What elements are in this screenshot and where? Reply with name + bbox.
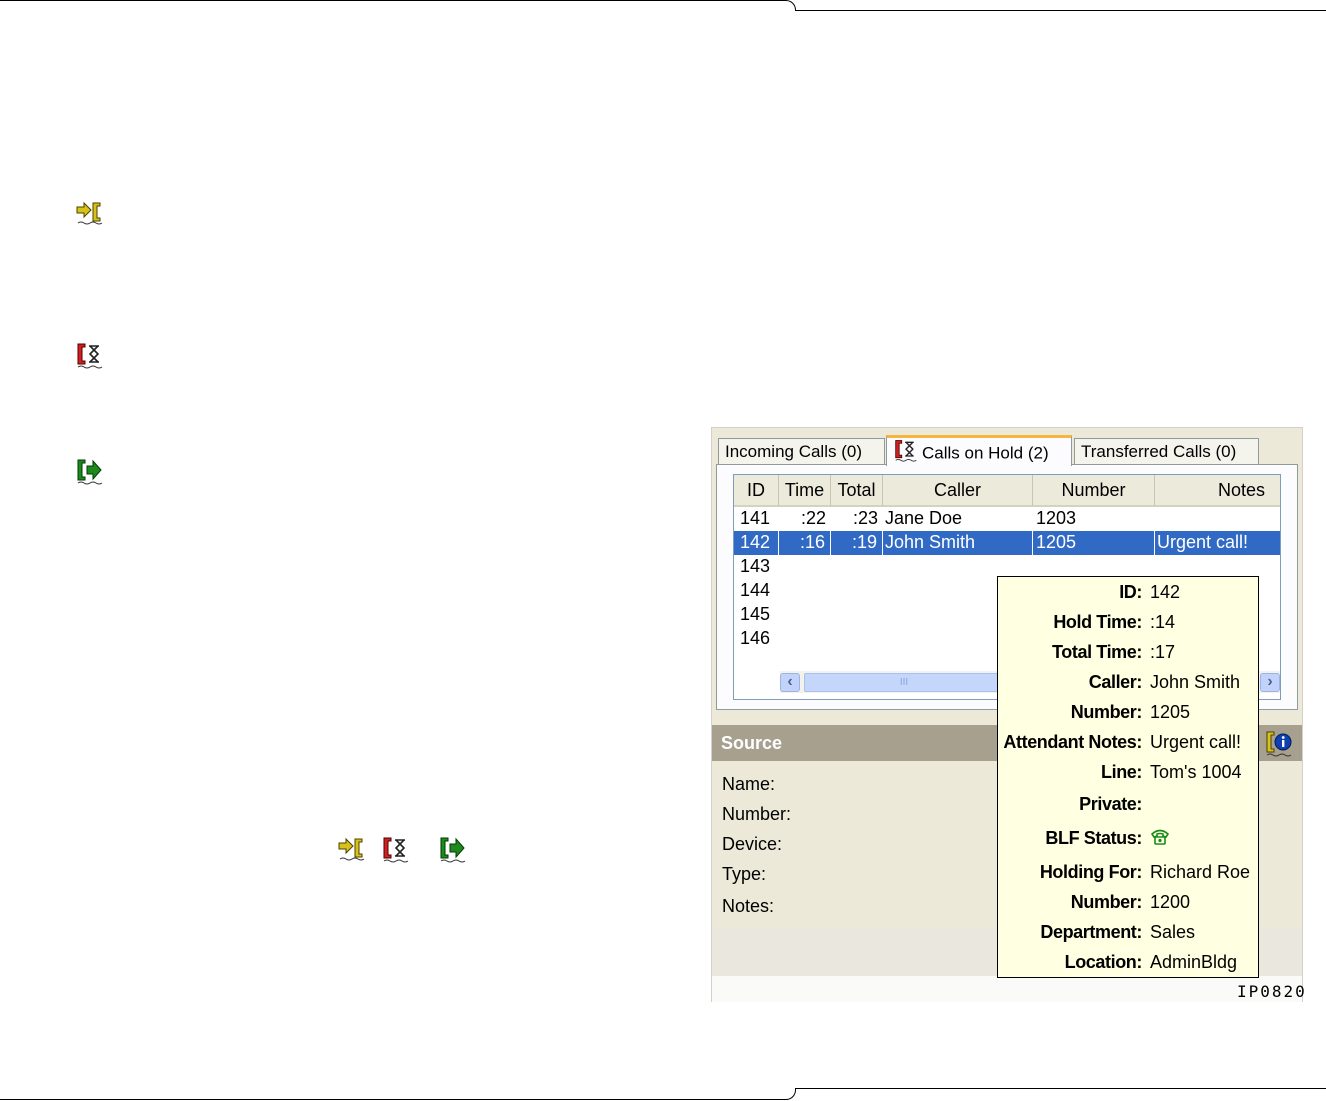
table-row-selected[interactable]: 142 :16 :19 John Smith 1205 Urgent call! [734, 531, 1280, 555]
grid-header: ID Time Total Caller Number Notes [734, 475, 1280, 507]
tooltip-value: AdminBldg [1150, 952, 1238, 972]
tooltip-key: Total Time: [1052, 642, 1142, 662]
tooltip-row: Total Time: :17 [998, 642, 1258, 666]
source-device-label: Device: [722, 834, 783, 854]
tooltip-value: Urgent call! [1150, 732, 1242, 752]
scroll-right-button[interactable]: › [1260, 673, 1280, 692]
column-header-notes[interactable]: Notes [1155, 475, 1280, 507]
tooltip-key: Number: [1070, 892, 1143, 912]
cell-time: :16 [779, 531, 831, 555]
tab-incoming-calls[interactable]: Incoming Calls (0) [718, 438, 885, 465]
cell-time: :22 [800, 508, 826, 528]
tooltip-key: BLF Status: [1045, 828, 1142, 848]
cell-id: 146 [740, 628, 771, 648]
cell-id: 143 [740, 556, 771, 576]
incoming-call-icon [76, 200, 104, 226]
tooltip-key: ID: [1119, 582, 1142, 602]
cell-number: 1203 [1036, 508, 1077, 528]
tooltip-value: 1205 [1150, 702, 1191, 722]
tooltip-row: ID: 142 [998, 582, 1258, 606]
cell-id: 142 [734, 531, 779, 555]
call-details-tooltip: ID: 142 Hold Time: :14 Total Time: :17 C… [997, 576, 1259, 978]
tab-transferred-calls[interactable]: Transferred Calls (0) [1074, 438, 1259, 465]
column-header-time[interactable]: Time [779, 475, 831, 507]
cell-total: :23 [852, 508, 878, 528]
table-row[interactable]: 141 :22 :23 Jane Doe 1203 [734, 507, 1280, 531]
page-rule-top [795, 10, 1326, 11]
tab-label: Incoming Calls (0) [725, 442, 862, 461]
tooltip-value: 1200 [1150, 892, 1191, 912]
page-frame-bottom [0, 1088, 796, 1100]
tab-calls-on-hold[interactable]: Calls on Hold (2) [886, 435, 1072, 466]
tab-label: Transferred Calls (0) [1081, 442, 1237, 461]
tooltip-row: Private: [998, 794, 1258, 818]
tooltip-value: :17 [1150, 642, 1176, 662]
window-footer-strip [712, 976, 1302, 1002]
tooltip-value: John Smith [1150, 672, 1241, 692]
column-header-id[interactable]: ID [734, 475, 779, 507]
incoming-call-icon [338, 836, 366, 862]
tooltip-key: Holding For: [1039, 862, 1143, 882]
source-number-label: Number: [722, 804, 792, 824]
tooltip-row: Department: Sales [998, 922, 1258, 946]
caller-info-icon[interactable] [1264, 728, 1294, 758]
call-on-hold-icon [76, 341, 104, 369]
tooltip-row: Number: 1205 [998, 702, 1258, 726]
tooltip-row: Holding For: Richard Roe [998, 862, 1258, 886]
cell-notes: Urgent call! [1157, 532, 1249, 552]
tooltip-value: Tom's 1004 [1150, 762, 1242, 782]
tooltip-row: Line: Tom's 1004 [998, 762, 1258, 786]
tab-label: Calls on Hold (2) [922, 443, 1049, 463]
tooltip-key: Number: [1070, 702, 1143, 722]
tooltip-row: Caller: John Smith [998, 672, 1258, 696]
tooltip-key: Location: [1064, 952, 1143, 972]
cell-total: :19 [831, 531, 883, 555]
cell-caller: John Smith [883, 531, 1033, 555]
tooltip-value: Richard Roe [1150, 862, 1251, 882]
tooltip-row: Hold Time: :14 [998, 612, 1258, 636]
page-rule-bottom [795, 1088, 1326, 1089]
source-name-label: Name: [722, 774, 776, 794]
tooltip-value: Sales [1150, 922, 1196, 942]
source-type-label: Type: [722, 864, 767, 884]
column-header-total[interactable]: Total [831, 475, 883, 507]
page-frame-top [0, 0, 796, 11]
cell-id: 141 [740, 508, 771, 528]
tooltip-key: Line: [1101, 762, 1142, 782]
tooltip-row: Location: AdminBldg [998, 952, 1258, 976]
cell-id: 144 [740, 580, 771, 600]
phone-idle-icon [1150, 828, 1170, 851]
cell-id: 145 [740, 604, 771, 624]
source-notes-label: Notes: [722, 896, 775, 916]
tooltip-key: Caller: [1088, 672, 1143, 692]
transferred-call-icon [76, 457, 104, 485]
call-on-hold-icon [893, 438, 919, 469]
cell-number: 1205 [1033, 531, 1155, 555]
source-title: Source [721, 733, 783, 753]
cell-caller: Jane Doe [885, 508, 963, 528]
tooltip-value: 142 [1150, 582, 1181, 602]
tooltip-row: Attendant Notes: Urgent call! [998, 732, 1258, 756]
column-header-caller[interactable]: Caller [883, 475, 1033, 507]
call-on-hold-icon [382, 835, 410, 863]
tooltip-row: Number: 1200 [998, 892, 1258, 916]
tooltip-key: Department: [1040, 922, 1142, 942]
figure-reference: IP0820 [1237, 982, 1307, 1001]
tooltip-row: BLF Status: [998, 828, 1258, 852]
tooltip-value: :14 [1150, 612, 1176, 632]
tooltip-key: Attendant Notes: [1003, 732, 1142, 752]
cell-notes [1157, 507, 1280, 531]
scroll-thumb[interactable]: III [804, 673, 1004, 692]
tooltip-key: Hold Time: [1053, 612, 1142, 632]
tooltip-key: Private: [1079, 794, 1142, 814]
column-header-number[interactable]: Number [1033, 475, 1155, 507]
transferred-call-icon [439, 835, 467, 863]
scroll-left-button[interactable]: ‹ [780, 673, 800, 692]
